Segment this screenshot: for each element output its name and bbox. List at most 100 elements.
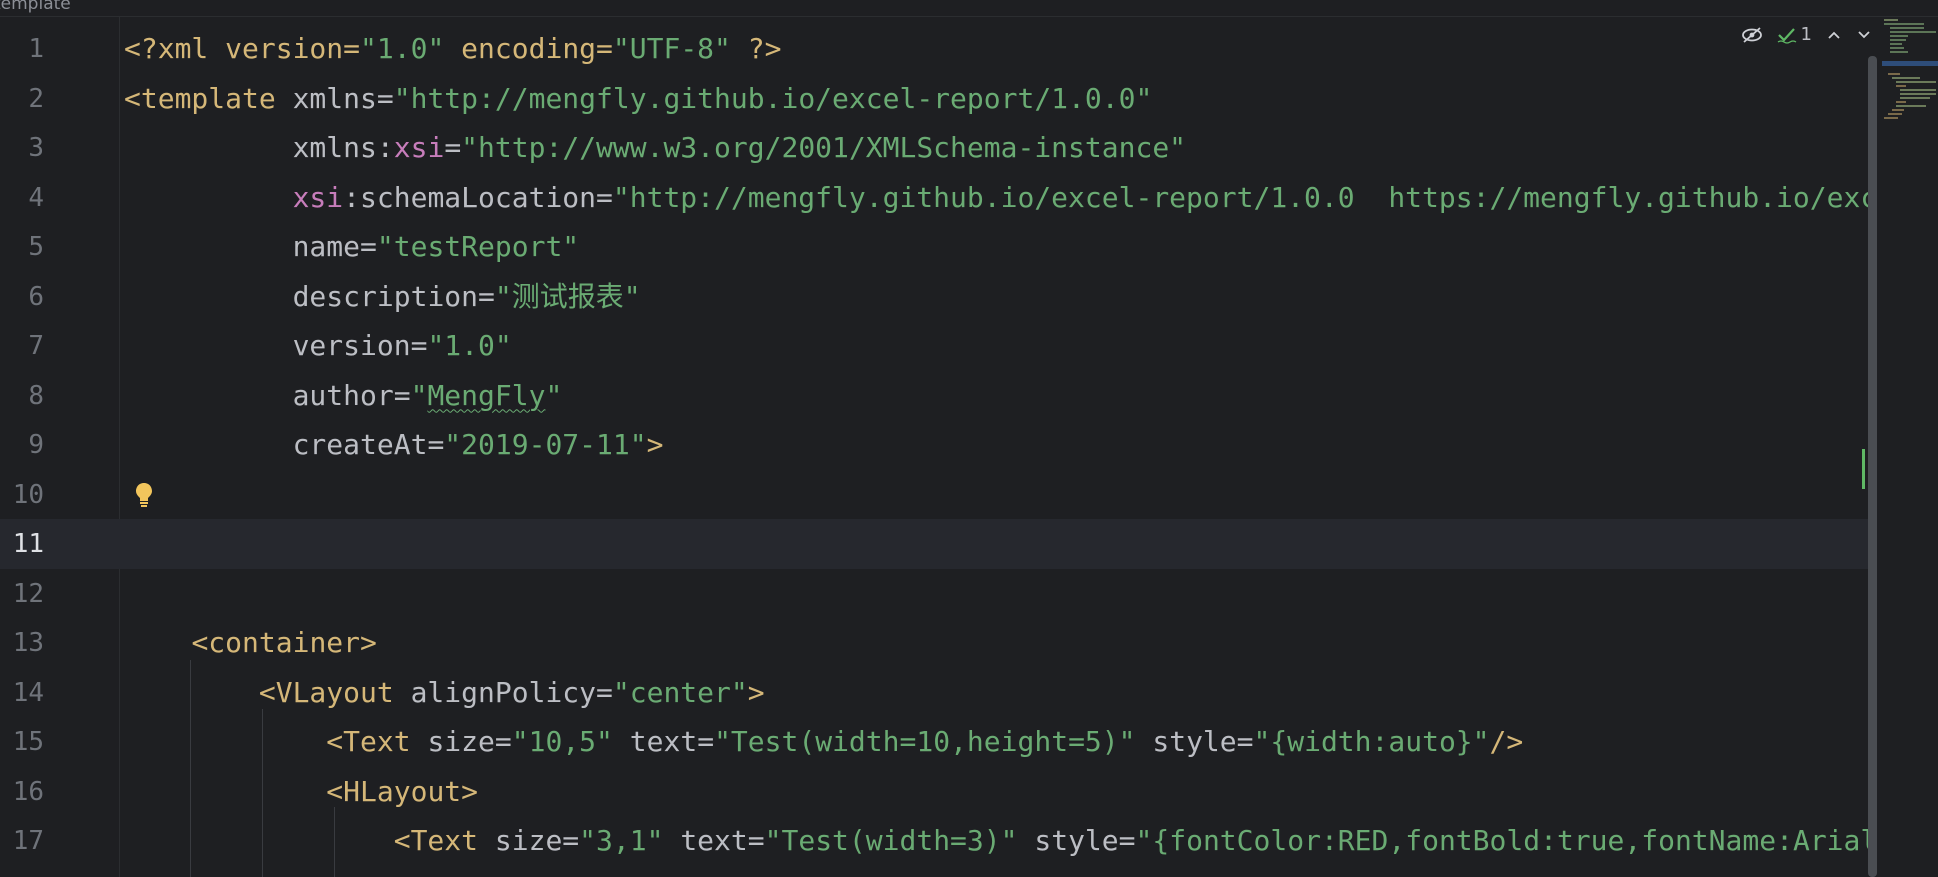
code-line-12[interactable]: 12 (0, 569, 1875, 619)
line-number: 10 (12, 479, 44, 510)
string-token: " (545, 378, 563, 412)
tag-token: <container> (191, 626, 377, 659)
string-token: "10,5" (511, 725, 613, 758)
attr-token: style= (1017, 824, 1136, 857)
string-token: "2019-07-11" (444, 428, 647, 461)
code-editor[interactable]: 1 <?xml version="1.0" encoding="UTF-8" ?… (0, 17, 1875, 877)
line-number: 8 (28, 380, 44, 411)
code-line-15[interactable]: 15 <Text size="10,5" text="Test(width=10… (0, 717, 1875, 767)
line-number: 3 (28, 133, 44, 163)
attr-token: xmlns: (292, 131, 394, 164)
code-text: <?xml version="1.0" encoding="UTF-8" ?> (124, 32, 781, 66)
attr-token: author= (292, 378, 411, 412)
line-number: 2 (28, 83, 44, 114)
chevron-down-icon (1858, 30, 1870, 38)
xml-declaration-token: encoding= (444, 32, 613, 65)
code-text: <VLayout alignPolicy="center"> (124, 676, 765, 710)
line-number: 11 (12, 529, 44, 559)
next-highlight-button[interactable] (1856, 28, 1872, 42)
string-token: "center" (612, 675, 748, 709)
line-number: 17 (12, 826, 44, 856)
vertical-scrollbar[interactable] (1868, 56, 1877, 877)
line-number: 14 (12, 677, 44, 708)
code-minimap[interactable] (1882, 17, 1938, 157)
line-number: 6 (28, 281, 44, 312)
xml-declaration-token: ?> (730, 32, 782, 65)
code-line-17[interactable]: 17 <Text size="3,1" text="Test(width=3)"… (0, 816, 1875, 866)
code-text: <container> (124, 626, 377, 660)
code-line-1[interactable]: 1 <?xml version="1.0" encoding="UTF-8" ?… (0, 24, 1875, 74)
string-token: "UTF-8" (612, 32, 731, 65)
code-lines: 1 <?xml version="1.0" encoding="UTF-8" ?… (0, 24, 1875, 866)
attr-token: :schemaLocation= (343, 180, 613, 214)
code-line-8[interactable]: 8 author="MengFly" (0, 371, 1875, 421)
line-number: 7 (28, 331, 44, 361)
tag-token: <Text (393, 824, 479, 857)
code-line-10[interactable]: 10 (0, 470, 1875, 520)
attr-token: name= (292, 230, 377, 263)
attr-token: size= (478, 824, 580, 857)
line-number: 5 (28, 232, 44, 262)
attr-token: alignPolicy= (393, 675, 613, 709)
code-text: description="测试报表" (124, 280, 641, 314)
attr-token: xmlns= (275, 81, 394, 115)
code-text: <Text size="3,1" text="Test(width=3)" st… (124, 824, 1875, 858)
line-number: 4 (28, 182, 44, 213)
attr-token: description= (292, 279, 495, 313)
string-token: "1.0" (360, 32, 445, 65)
reader-mode-button[interactable] (1741, 26, 1763, 44)
string-token: "1.0" (427, 329, 512, 362)
code-line-3[interactable]: 3 xmlns:xsi="http://www.w3.org/2001/XMLS… (0, 123, 1875, 173)
editor-tab-bar: template (0, 0, 1938, 17)
code-line-2[interactable]: 2 <template xmlns="http://mengfly.github… (0, 74, 1875, 124)
string-token: "测试报表" (494, 279, 641, 313)
line-number: 16 (12, 776, 44, 807)
code-text: version="1.0" (124, 329, 512, 363)
attr-token: version= (292, 329, 428, 362)
tag-token: > (747, 675, 765, 709)
code-line-9[interactable]: 9 createAt="2019-07-11"> (0, 420, 1875, 470)
code-line-16[interactable]: 16 <HLayout> (0, 767, 1875, 817)
string-token: "{width:auto}" (1253, 725, 1490, 758)
string-token: "testReport" (376, 230, 580, 263)
string-token: "http://mengfly.github.io/excel-report/1… (612, 180, 1875, 214)
attr-token: text= (663, 824, 765, 857)
string-token: "http://mengfly.github.io/excel-report/1… (393, 81, 1153, 115)
code-line-14[interactable]: 14 <VLayout alignPolicy="center"> (0, 668, 1875, 718)
code-line-5[interactable]: 5 name="testReport" (0, 222, 1875, 272)
attr-token: text= (612, 725, 715, 758)
code-text: author="MengFly" (124, 378, 563, 413)
inspection-count: 1 (1800, 24, 1812, 45)
code-text: createAt="2019-07-11"> (124, 428, 664, 462)
xml-declaration-token: <?xml version= (124, 32, 361, 65)
line-number: 13 (12, 628, 44, 658)
typo-string-token[interactable]: MengFly (427, 379, 545, 412)
code-line-11[interactable]: 11 (0, 519, 1875, 569)
string-token: " (410, 378, 428, 412)
code-text: <Text size="10,5" text="Test(width=10,he… (124, 725, 1523, 759)
code-text: xmlns:xsi="http://www.w3.org/2001/XMLSch… (124, 131, 1186, 165)
previous-highlight-button[interactable] (1826, 28, 1842, 42)
tag-token: <template (124, 81, 276, 115)
attr-token: size= (410, 725, 512, 758)
attr-token: createAt= (292, 428, 445, 461)
namespace-token: xsi (393, 131, 445, 164)
code-line-6[interactable]: 6 description="测试报表" (0, 272, 1875, 322)
lightbulb-icon[interactable] (133, 481, 155, 509)
tab-template[interactable]: template (0, 0, 71, 14)
code-line-13[interactable]: 13 <container> (0, 618, 1875, 668)
line-number: 12 (12, 578, 44, 609)
line-number: 15 (12, 727, 44, 757)
code-line-4[interactable]: 4 xsi:schemaLocation="http://mengfly.git… (0, 173, 1875, 223)
inspection-toolbar: 1 (1741, 24, 1872, 45)
tag-token: <HLayout> (326, 774, 479, 808)
tag-token: > (646, 428, 664, 461)
code-line-7[interactable]: 7 version="1.0" (0, 321, 1875, 371)
change-marker (1862, 449, 1865, 489)
string-token: "3,1" (579, 824, 664, 857)
eye-off-icon (1741, 26, 1762, 43)
code-text: <HLayout> (124, 775, 478, 809)
tag-token: /> (1489, 725, 1524, 758)
inspections-widget[interactable]: 1 (1777, 24, 1812, 45)
code-text: <template xmlns="http://mengfly.github.i… (124, 82, 1152, 116)
